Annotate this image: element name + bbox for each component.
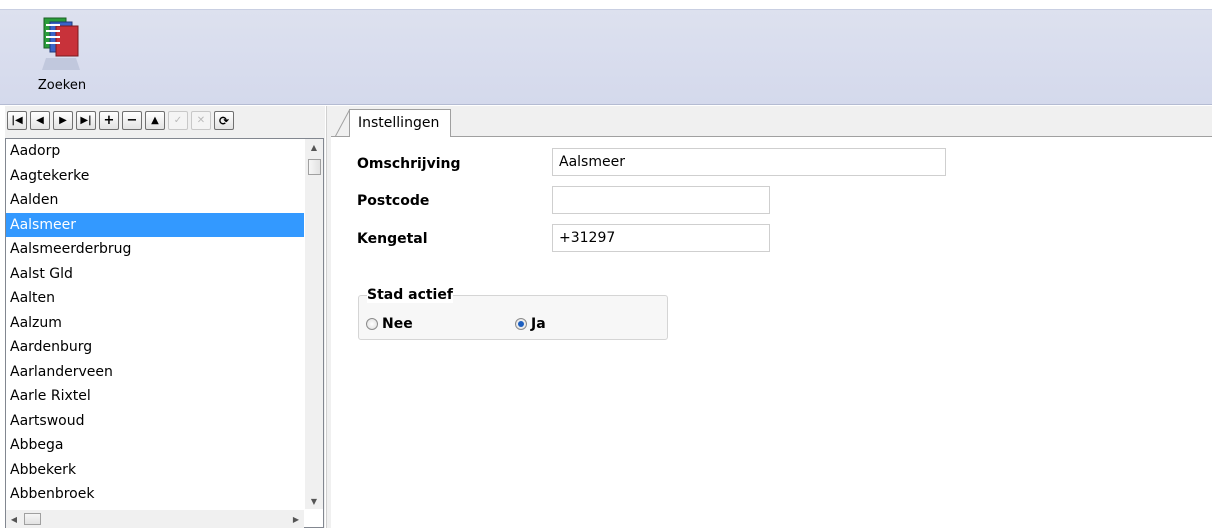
- next-icon: ▶: [59, 115, 67, 126]
- postcode-field[interactable]: [552, 186, 770, 214]
- refresh-icon: ⟳: [218, 113, 230, 128]
- list-item[interactable]: Aarlanderveen: [6, 360, 304, 385]
- list-item[interactable]: Aalsmeerderbrug: [6, 237, 304, 262]
- x-icon: ✕: [196, 115, 206, 126]
- kengetal-field[interactable]: +31297: [552, 224, 770, 252]
- list-item[interactable]: Abbega: [6, 433, 304, 458]
- list-item[interactable]: Aalten: [6, 286, 304, 311]
- search-button[interactable]: Zoeken: [30, 12, 94, 100]
- insert-record-button[interactable]: +: [99, 111, 119, 130]
- scroll-down-icon[interactable]: ▼: [305, 493, 323, 509]
- list-item[interactable]: Aagtekerke: [6, 164, 304, 189]
- tab-strip: Instellingen: [331, 106, 1212, 137]
- check-icon: ✓: [173, 115, 183, 126]
- city-list[interactable]: Aadorp Aagtekerke Aalden Aalsmeer Aalsmeerde…: [5, 138, 324, 528]
- list-item[interactable]: Aalsmeer: [6, 212, 304, 237]
- postcode-label: Postcode: [357, 193, 430, 209]
- delete-record-button[interactable]: −: [122, 111, 142, 130]
- prior-record-button[interactable]: ◀: [30, 111, 50, 130]
- cancel-record-button[interactable]: ✕: [191, 111, 211, 130]
- list-item[interactable]: Aardenburg: [6, 335, 304, 360]
- horizontal-scroll-thumb[interactable]: [24, 513, 41, 525]
- vertical-scroll-thumb[interactable]: [308, 159, 321, 175]
- list-item[interactable]: Aadorp: [6, 139, 304, 164]
- omschrijving-label: Omschrijving: [357, 156, 461, 172]
- scroll-left-icon[interactable]: ◀: [6, 510, 22, 528]
- record-list-pane: |◀ ◀ ▶ ▶| + − ▲ ✓ ✕ ⟳ Aadorp Aagtekerke Aa…: [5, 106, 325, 528]
- list-item[interactable]: Aalden: [6, 188, 304, 213]
- list-item[interactable]: Aarle Rixtel: [6, 384, 304, 409]
- list-item[interactable]: Aalzum: [6, 311, 304, 336]
- kengetal-label: Kengetal: [357, 231, 428, 247]
- radio-nee-label: Nee: [382, 316, 413, 332]
- scroll-up-icon[interactable]: ▲: [305, 139, 323, 155]
- radio-nee-indicator: [366, 318, 378, 330]
- refresh-button[interactable]: ⟳: [214, 111, 234, 130]
- edit-record-button[interactable]: ▲: [145, 111, 165, 130]
- ribbon-bar: Zoeken: [0, 0, 1212, 105]
- list-item[interactable]: Aartswoud: [6, 409, 304, 434]
- first-icon: |◀: [11, 115, 23, 126]
- omschrijving-field[interactable]: Aalsmeer: [552, 148, 946, 176]
- stad-actief-title: Stad actief: [367, 287, 453, 303]
- up-triangle-icon: ▲: [151, 115, 159, 126]
- post-record-button[interactable]: ✓: [168, 111, 188, 130]
- search-button-label: Zoeken: [37, 78, 87, 93]
- settings-form: Omschrijving Aalsmeer Postcode Kengetal …: [331, 137, 1212, 528]
- city-list-items: Aadorp Aagtekerke Aalden Aalsmeer Aalsmeerde…: [6, 139, 304, 509]
- record-navigator: |◀ ◀ ▶ ▶| + − ▲ ✓ ✕ ⟳: [5, 106, 325, 136]
- prior-icon: ◀: [36, 115, 44, 126]
- detail-pane: Instellingen Omschrijving Aalsmeer Postc…: [331, 106, 1212, 528]
- radio-ja-indicator: [515, 318, 527, 330]
- horizontal-scrollbar[interactable]: ◀ ▶: [6, 510, 304, 528]
- list-item[interactable]: Aalst Gld: [6, 262, 304, 287]
- radio-nee[interactable]: Nee: [366, 316, 413, 332]
- list-item[interactable]: Abbenbroek: [6, 482, 304, 507]
- last-record-button[interactable]: ▶|: [76, 111, 96, 130]
- radio-ja-label: Ja: [531, 316, 546, 332]
- vertical-scrollbar[interactable]: ▲ ▼: [305, 139, 323, 509]
- radio-ja[interactable]: Ja: [515, 316, 546, 332]
- scroll-right-icon[interactable]: ▶: [288, 510, 304, 528]
- plus-icon: +: [103, 113, 115, 128]
- books-search-icon: [42, 17, 80, 70]
- first-record-button[interactable]: |◀: [7, 111, 27, 130]
- list-item[interactable]: Abbekerk: [6, 458, 304, 483]
- ribbon-panel: Zoeken: [0, 9, 1212, 105]
- minus-icon: −: [126, 113, 138, 128]
- next-record-button[interactable]: ▶: [53, 111, 73, 130]
- last-icon: ▶|: [80, 115, 92, 126]
- tab-instellingen[interactable]: Instellingen: [349, 109, 451, 137]
